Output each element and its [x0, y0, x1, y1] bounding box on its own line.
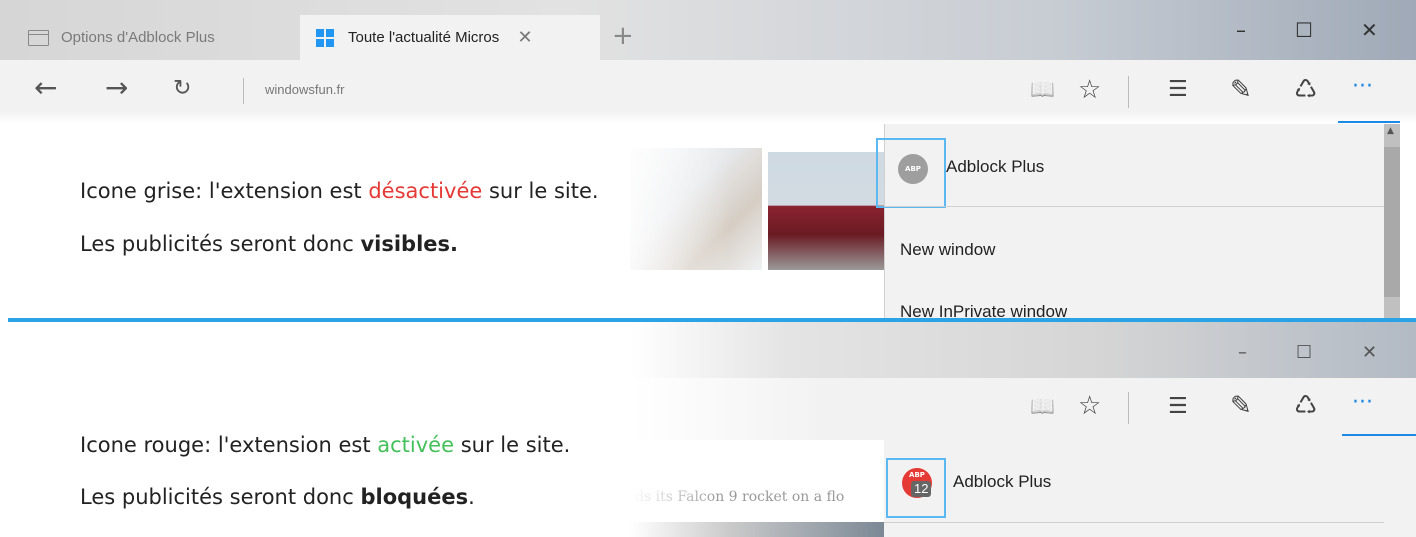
more-actions-menu: [884, 124, 1385, 319]
menu-item-adblock-plus[interactable]: Adblock Plus: [946, 157, 1044, 177]
tab-adblock-options[interactable]: Options d'Adblock Plus: [28, 15, 300, 60]
address-separator: [243, 78, 244, 104]
address-bar[interactable]: windowsfun.fr: [265, 82, 344, 97]
close-window-button[interactable]: ✕: [1361, 20, 1378, 40]
minimize-button[interactable]: –: [1236, 20, 1246, 40]
caption-grey-line1: Icone grise: l'extension est désactivée …: [80, 179, 599, 203]
back-button[interactable]: ←: [34, 74, 57, 102]
bottom-toolbar-separator: [1128, 392, 1129, 424]
hub-icon[interactable]: ☰: [1168, 79, 1188, 101]
tab-label: Options d'Adblock Plus: [61, 29, 215, 46]
bottom-hub-icon[interactable]: ☰: [1168, 396, 1188, 418]
forward-button[interactable]: →: [105, 74, 128, 102]
bottom-menu-separator: [884, 522, 1384, 523]
web-note-icon[interactable]: ✎: [1230, 77, 1252, 103]
share-icon[interactable]: ♺: [1294, 77, 1317, 103]
menu-item-new-window[interactable]: New window: [900, 240, 995, 260]
adblock-grey-icon[interactable]: ABP: [898, 154, 928, 184]
tab-microsoft-news[interactable]: Toute l'actualité Micros ✕: [300, 15, 600, 60]
bottom-close-window-button[interactable]: ✕: [1362, 344, 1377, 362]
bottom-more-actions-underline: [1342, 434, 1416, 436]
more-actions-icon[interactable]: ···: [1352, 76, 1373, 98]
close-tab-icon[interactable]: ✕: [517, 27, 532, 48]
toolbar-separator: [1128, 76, 1129, 108]
visible-word: visibles.: [360, 232, 459, 256]
bottom-maximize-button[interactable]: ☐: [1296, 344, 1312, 362]
disabled-word: désactivée: [368, 179, 483, 203]
blocked-count-badge: 12: [911, 481, 932, 497]
snippet-fade: [630, 480, 720, 510]
favorite-star-icon[interactable]: ☆: [1078, 77, 1101, 103]
bottom-favorite-star-icon[interactable]: ☆: [1078, 393, 1101, 419]
caption-grey-line2: Les publicités seront donc visibles.: [80, 232, 459, 256]
bottom-reading-view-icon[interactable]: 📖: [1030, 396, 1055, 416]
bottom-minimize-button[interactable]: –: [1238, 344, 1247, 362]
enabled-word: activée: [377, 433, 455, 457]
maximize-button[interactable]: ☐: [1295, 20, 1313, 40]
menu-separator: [884, 206, 1384, 207]
blocked-word: bloquées: [360, 485, 469, 509]
bottom-more-actions-icon[interactable]: ···: [1352, 392, 1373, 414]
new-tab-button[interactable]: +: [612, 23, 634, 49]
windows-logo-icon: [316, 28, 334, 47]
adblock-red-icon-wrap[interactable]: ABP 12: [902, 468, 942, 508]
thumbnail-fade: [610, 140, 730, 280]
refresh-button[interactable]: ↻: [173, 78, 191, 100]
bottom-web-note-icon[interactable]: ✎: [1230, 393, 1252, 419]
caption-red-line1: Icone rouge: l'extension est activée sur…: [80, 433, 571, 457]
article-thumbnail-red-car: [768, 152, 886, 270]
tab-label: Toute l'actualité Micros: [348, 29, 504, 46]
page-icon: [28, 29, 49, 46]
bottom-image-strip: [630, 522, 884, 537]
bottom-menu-item-adblock-plus[interactable]: Adblock Plus: [953, 472, 1051, 492]
navigation-bar: [0, 60, 1416, 124]
scroll-up-icon[interactable]: ▲: [1387, 126, 1394, 136]
more-actions-underline: [1338, 121, 1400, 123]
menu-item-new-inprivate-window[interactable]: New InPrivate window: [900, 302, 1067, 318]
bottom-share-icon[interactable]: ♺: [1294, 393, 1317, 419]
menu-scroll-thumb[interactable]: [1384, 147, 1400, 297]
reading-view-icon[interactable]: 📖: [1030, 79, 1055, 99]
caption-red-line2: Les publicités seront donc bloquées.: [80, 485, 475, 509]
